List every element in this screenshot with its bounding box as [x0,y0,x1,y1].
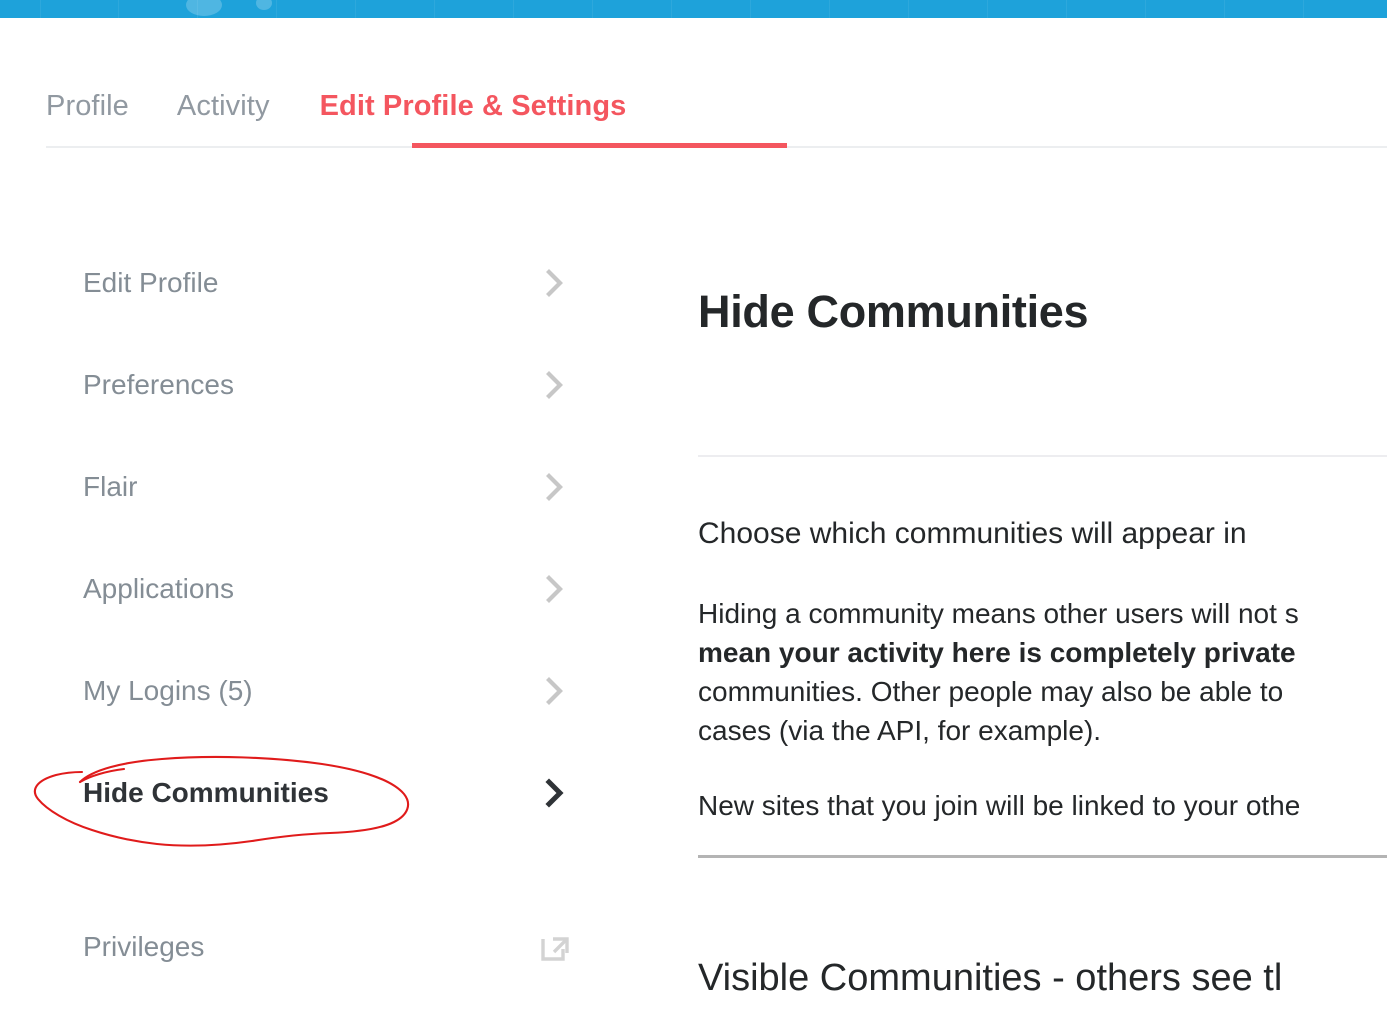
sidebar-item-label: Preferences [83,369,234,400]
chevron-right-icon [538,572,572,606]
sidebar-group-separator [0,844,640,896]
page-title: Hide Communities [698,286,1089,337]
tab-edit-profile-and-settings[interactable]: Edit Profile & Settings [320,89,627,123]
sidebar-item-privileges[interactable]: Privileges [0,896,640,998]
visible-communities-heading: Visible Communities - others see tl [698,957,1283,999]
description-line: Hiding a community means other users wil… [698,598,1299,629]
sidebar-item-label: Privileges [83,931,205,962]
profile-tabs: Profile Activity Edit Profile & Settings [46,73,626,123]
content-divider-bottom [698,855,1387,858]
description-line: cases (via the API, for example). [698,715,1102,746]
content-divider-top [698,455,1387,457]
settings-content-panel: Hide Communities Choose which communitie… [698,232,1387,999]
sidebar-item-preferences[interactable]: Preferences [0,334,640,436]
intro-text: Choose which communities will appear in [698,517,1247,550]
sidebar-item-hide-communities[interactable]: Hide Communities [0,742,640,844]
new-sites-paragraph: New sites that you join will be linked t… [698,790,1301,821]
description-line: communities. Other people may also be ab… [698,676,1284,707]
tab-profile[interactable]: Profile [46,89,129,123]
settings-sidebar: Edit Profile Preferences Flair Applicati… [0,232,640,998]
chevron-right-icon [538,470,572,504]
sidebar-item-label: Hide Communities [83,777,329,808]
sidebar-item-my-logins[interactable]: My Logins (5) [0,640,640,742]
sidebar-item-edit-profile[interactable]: Edit Profile [0,232,640,334]
site-header-strip [0,0,1387,18]
sidebar-item-flair[interactable]: Flair [0,436,640,538]
sidebar-item-label: Applications [83,573,234,604]
chevron-right-icon [538,776,572,810]
sidebar-item-label: My Logins (5) [83,675,253,706]
site-header-blob [256,0,272,10]
sidebar-item-label: Edit Profile [83,267,219,298]
description-line-bold: mean your activity here is completely pr… [698,637,1296,668]
tab-active-indicator [412,143,787,148]
sidebar-item-applications[interactable]: Applications [0,538,640,640]
profile-tab-strip: Profile Activity Edit Profile & Settings [0,18,1387,148]
chevron-right-icon [538,266,572,300]
chevron-right-icon [538,368,572,402]
external-link-icon [538,930,572,964]
site-logo-glow [186,0,222,16]
tab-activity[interactable]: Activity [177,89,270,123]
sidebar-item-label: Flair [83,471,138,502]
chevron-right-icon [538,674,572,708]
description-paragraph: Hiding a community means other users wil… [698,594,1387,750]
